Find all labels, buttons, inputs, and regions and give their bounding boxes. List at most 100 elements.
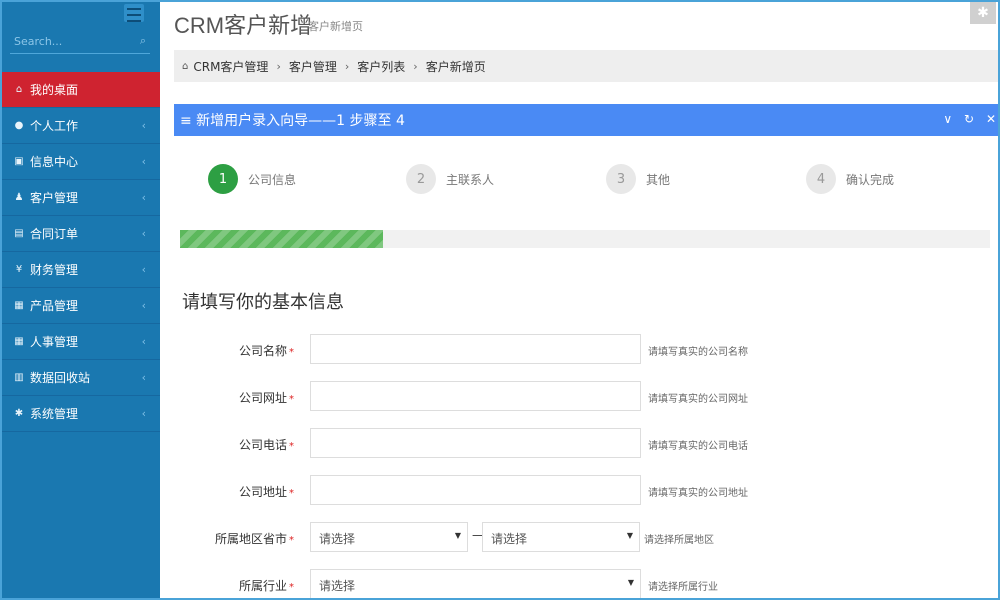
- form-row-company-name: 公司名称 * 请填写真实的公司名称: [160, 334, 998, 364]
- form-row-company-phone: 公司电话 * 请填写真实的公司电话: [160, 428, 998, 458]
- breadcrumb-item[interactable]: 客户管理: [289, 58, 337, 75]
- wizard-progress-bar: [180, 230, 990, 248]
- wizard-header: ≡ 新增用户录入向导——1 步骤至 4 ∨ ↻ ✕: [174, 104, 998, 136]
- company-url-input[interactable]: [310, 381, 641, 411]
- page-subtitle: 客户新增页: [308, 20, 363, 33]
- close-icon[interactable]: ✕: [986, 112, 998, 126]
- sidebar-item-desktop[interactable]: ⌂ 我的桌面: [2, 72, 160, 108]
- sidebar-item-finance[interactable]: ¥ 财务管理 ‹: [2, 252, 160, 288]
- field-label: 公司名称 *: [238, 344, 294, 358]
- step-number: 2: [406, 164, 436, 194]
- chevron-left-icon: ‹: [141, 119, 146, 132]
- province-select[interactable]: 请选择 ▼: [310, 522, 468, 552]
- chevron-right-icon: ›: [276, 59, 281, 73]
- sidebar-item-label: 个人工作: [30, 119, 79, 133]
- breadcrumb-item: 客户新增页: [425, 59, 486, 74]
- caret-down-icon: ▼: [454, 531, 461, 540]
- sidebar-toggle-button[interactable]: [124, 4, 144, 22]
- sidebar-item-label: 我的桌面: [30, 83, 79, 97]
- field-hint: 请填写真实的公司电话: [648, 441, 748, 452]
- progress-fill: [180, 230, 383, 248]
- sidebar-item-label: 数据回收站: [30, 371, 91, 385]
- section-title: 请填写你的基本信息: [182, 292, 344, 313]
- chevron-left-icon: ‹: [141, 335, 146, 348]
- sidebar-search[interactable]: Search... ⌕: [10, 32, 150, 54]
- step-number: 1: [208, 164, 238, 194]
- company-name-input[interactable]: [310, 334, 641, 364]
- main-content: CRM客户新增 客户新增页 ✱ ⌂ CRM客户管理 › 客户管理 › 客户列表 …: [160, 2, 998, 598]
- field-label: 公司地址 *: [238, 485, 294, 499]
- chevron-right-icon: ›: [344, 59, 350, 73]
- chevron-left-icon: ‹: [141, 227, 146, 240]
- sidebar-item-label: 客户管理: [30, 191, 79, 205]
- wizard-step-1[interactable]: 1 公司信息: [208, 164, 296, 194]
- sidebar-item-info-center[interactable]: ▣ 信息中心 ‹: [2, 144, 160, 180]
- field-hint: 请选择所属地区: [644, 535, 714, 546]
- gear-icon: ✱: [14, 408, 24, 419]
- company-phone-input[interactable]: [310, 428, 641, 458]
- caret-down-icon: ▼: [626, 531, 633, 540]
- field-label: 公司网址 *: [238, 391, 294, 405]
- yen-icon: ¥: [15, 264, 23, 275]
- select-value: 请选择: [319, 532, 356, 546]
- field-label: 所属地区省市 *: [214, 532, 294, 546]
- form-row-industry: 所属行业 * 请选择 ▼ 请选择所属行业: [160, 569, 998, 598]
- person-icon: ♟: [14, 192, 24, 203]
- form-row-company-url: 公司网址 * 请填写真实的公司网址: [160, 381, 998, 411]
- sidebar-menu: ⌂ 我的桌面 ● 个人工作 ‹ ▣ 信息中心 ‹ ♟ 客户管理 ‹ ▤ 合同订单: [2, 72, 160, 432]
- company-address-input[interactable]: [310, 475, 641, 505]
- sidebar-item-personal-work[interactable]: ● 个人工作 ‹: [2, 108, 160, 144]
- inbox-icon: ▣: [14, 156, 24, 167]
- sidebar-item-label: 产品管理: [30, 299, 79, 313]
- step-label: 确认完成: [846, 172, 895, 187]
- chevron-left-icon: ‹: [141, 299, 146, 312]
- sidebar-item-customer-management[interactable]: ♟ 客户管理 ‹: [2, 180, 160, 216]
- step-label: 主联系人: [446, 172, 495, 187]
- wizard-step-3[interactable]: 3 其他: [606, 164, 670, 194]
- step-number: 3: [606, 164, 636, 194]
- sidebar-item-label: 人事管理: [30, 335, 79, 349]
- user-icon: ●: [14, 120, 24, 131]
- breadcrumb-item[interactable]: 客户列表: [357, 58, 405, 75]
- settings-gear-icon[interactable]: ✱: [970, 2, 996, 24]
- page-title: CRM客户新增: [174, 13, 313, 38]
- sidebar-item-system[interactable]: ✱ 系统管理 ‹: [2, 396, 160, 432]
- wizard-step-2[interactable]: 2 主联系人: [406, 164, 494, 194]
- table-icon: ▦: [14, 336, 24, 347]
- caret-down-icon: ▼: [627, 578, 634, 587]
- wizard-step-4[interactable]: 4 确认完成: [806, 164, 894, 194]
- search-placeholder: Search...: [14, 35, 63, 48]
- select-value: 请选择: [491, 532, 528, 546]
- sidebar: Search... ⌕ ⌂ 我的桌面 ● 个人工作 ‹ ▣ 信息中心 ‹ ♟ 客…: [2, 2, 160, 598]
- collapse-icon[interactable]: ∨: [943, 112, 954, 126]
- step-number: 4: [806, 164, 836, 194]
- select-value: 请选择: [319, 579, 356, 593]
- sidebar-item-recycle-bin[interactable]: ▥ 数据回收站 ‹: [2, 360, 160, 396]
- chevron-left-icon: ‹: [141, 371, 146, 384]
- book-icon: ▤: [14, 228, 24, 239]
- home-icon: ⌂: [182, 60, 189, 72]
- wizard-steps: 1 公司信息 2 主联系人 3 其他 4 确认完成: [174, 160, 998, 210]
- city-select[interactable]: 请选择 ▼: [482, 522, 640, 552]
- search-icon[interactable]: ⌕: [140, 34, 146, 48]
- field-hint: 请填写真实的公司名称: [648, 347, 748, 358]
- breadcrumb-item[interactable]: CRM客户管理: [193, 58, 268, 75]
- home-icon: ⌂: [15, 84, 23, 95]
- sidebar-item-label: 系统管理: [30, 407, 79, 421]
- wizard-controls: ∨ ↻ ✕: [939, 112, 998, 126]
- sidebar-item-products[interactable]: ▦ 产品管理 ‹: [2, 288, 160, 324]
- refresh-icon[interactable]: ↻: [964, 112, 976, 126]
- field-label: 所属行业 *: [238, 579, 294, 593]
- chevron-right-icon: ›: [413, 59, 418, 73]
- chevron-left-icon: ‹: [141, 407, 146, 420]
- sidebar-item-contracts[interactable]: ▤ 合同订单 ‹: [2, 216, 160, 252]
- grid-icon: ▦: [14, 300, 24, 311]
- chevron-left-icon: ‹: [141, 263, 146, 276]
- step-label: 其他: [646, 172, 671, 187]
- sidebar-item-label: 合同订单: [30, 227, 79, 241]
- field-label: 公司电话 *: [238, 438, 294, 452]
- sidebar-item-hr[interactable]: ▦ 人事管理 ‹: [2, 324, 160, 360]
- industry-select[interactable]: 请选择 ▼: [310, 569, 641, 598]
- form-row-region: 所属地区省市 * 请选择 ▼ — 请选择 ▼ 请选择所属地区: [160, 522, 998, 552]
- step-label: 公司信息: [248, 172, 297, 187]
